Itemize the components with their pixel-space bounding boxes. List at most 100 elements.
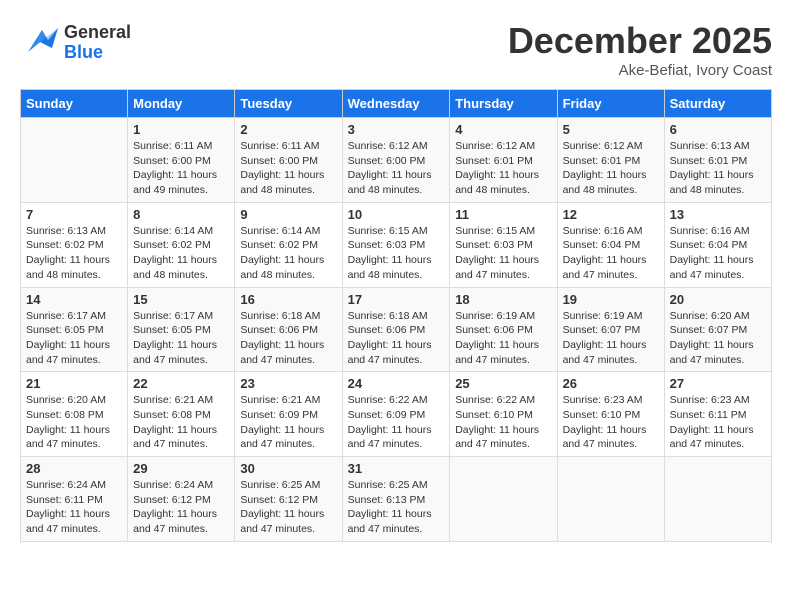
calendar-week-row: 28 Sunrise: 6:24 AM Sunset: 6:11 PM Dayli… bbox=[21, 457, 772, 542]
day-info: Sunrise: 6:25 AM Sunset: 6:12 PM Dayligh… bbox=[240, 478, 336, 537]
day-number: 2 bbox=[240, 122, 336, 137]
day-number: 13 bbox=[670, 207, 766, 222]
day-info: Sunrise: 6:21 AM Sunset: 6:09 PM Dayligh… bbox=[240, 393, 336, 452]
calendar-cell: 31Sunrise: 6:25 AM Sunset: 6:13 PM Dayli… bbox=[342, 457, 450, 542]
day-number: 25 bbox=[455, 376, 551, 391]
calendar-cell bbox=[21, 118, 128, 203]
day-number: 20 bbox=[670, 292, 766, 307]
day-info: Sunrise: 6:13 AM Sunset: 6:01 PM Dayligh… bbox=[670, 139, 766, 198]
day-info: Sunrise: 6:11 AM Sunset: 6:00 PM Dayligh… bbox=[133, 139, 229, 198]
day-info: Sunrise: 6:18 AM Sunset: 6:06 PM Dayligh… bbox=[348, 309, 445, 368]
calendar-cell: 9Sunrise: 6:14 AM Sunset: 6:02 PM Daylig… bbox=[235, 202, 342, 287]
day-number: 17 bbox=[348, 292, 445, 307]
logo-bird-icon bbox=[20, 20, 60, 66]
day-header-tuesday: Tuesday bbox=[235, 90, 342, 118]
day-info: Sunrise: 6:24 AM Sunset: 6:11 PM Dayligh… bbox=[26, 478, 122, 537]
day-number: 19 bbox=[563, 292, 659, 307]
calendar-table: SundayMondayTuesdayWednesdayThursdayFrid… bbox=[20, 89, 772, 542]
calendar-week-row: 21 Sunrise: 6:20 AM Sunset: 6:08 PM Dayli… bbox=[21, 372, 772, 457]
logo-text: General Blue bbox=[64, 23, 131, 63]
day-number: 15 bbox=[133, 292, 229, 307]
calendar-cell: 25 Sunrise: 6:22 AM Sunset: 6:10 PM Dayli… bbox=[450, 372, 557, 457]
day-number: 6 bbox=[670, 122, 766, 137]
calendar-header-row: SundayMondayTuesdayWednesdayThursdayFrid… bbox=[21, 90, 772, 118]
day-number: 1 bbox=[133, 122, 229, 137]
day-info: Sunrise: 6:19 AM Sunset: 6:06 PM Dayligh… bbox=[455, 309, 551, 368]
calendar-cell: 26Sunrise: 6:23 AM Sunset: 6:10 PM Dayli… bbox=[557, 372, 664, 457]
calendar-cell: 4Sunrise: 6:12 AM Sunset: 6:01 PM Daylig… bbox=[450, 118, 557, 203]
calendar-cell: 28 Sunrise: 6:24 AM Sunset: 6:11 PM Dayli… bbox=[21, 457, 128, 542]
day-number: 5 bbox=[563, 122, 659, 137]
day-info: Sunrise: 6:22 AM Sunset: 6:10 PM Dayligh… bbox=[455, 393, 551, 452]
day-number: 22 bbox=[133, 376, 229, 391]
calendar-cell: 12 Sunrise: 6:16 AM Sunset: 6:04 PM Dayli… bbox=[557, 202, 664, 287]
calendar-cell: 24Sunrise: 6:22 AM Sunset: 6:09 PM Dayli… bbox=[342, 372, 450, 457]
day-info: Sunrise: 6:16 AM Sunset: 6:04 PM Dayligh… bbox=[563, 224, 659, 283]
day-info: Sunrise: 6:24 AM Sunset: 6:12 PM Dayligh… bbox=[133, 478, 229, 537]
calendar-cell: 7Sunrise: 6:13 AM Sunset: 6:02 PM Daylig… bbox=[21, 202, 128, 287]
day-number: 27 bbox=[670, 376, 766, 391]
day-number: 29 bbox=[133, 461, 229, 476]
day-number: 3 bbox=[348, 122, 445, 137]
day-number: 21 bbox=[26, 376, 122, 391]
day-header-monday: Monday bbox=[128, 90, 235, 118]
calendar-cell: 27 Sunrise: 6:23 AM Sunset: 6:11 PM Dayli… bbox=[664, 372, 771, 457]
day-number: 14 bbox=[26, 292, 122, 307]
calendar-cell: 20Sunrise: 6:20 AM Sunset: 6:07 PM Dayli… bbox=[664, 287, 771, 372]
calendar-cell: 5 Sunrise: 6:12 AM Sunset: 6:01 PM Daylig… bbox=[557, 118, 664, 203]
calendar-cell: 29 Sunrise: 6:24 AM Sunset: 6:12 PM Dayli… bbox=[128, 457, 235, 542]
calendar-cell: 10Sunrise: 6:15 AM Sunset: 6:03 PM Dayli… bbox=[342, 202, 450, 287]
day-info: Sunrise: 6:14 AM Sunset: 6:02 PM Dayligh… bbox=[240, 224, 336, 283]
day-number: 8 bbox=[133, 207, 229, 222]
calendar-cell bbox=[557, 457, 664, 542]
page-header: General Blue December 2025 Ake-Befiat, I… bbox=[20, 20, 772, 79]
day-info: Sunrise: 6:19 AM Sunset: 6:07 PM Dayligh… bbox=[563, 309, 659, 368]
day-number: 30 bbox=[240, 461, 336, 476]
day-info: Sunrise: 6:17 AM Sunset: 6:05 PM Dayligh… bbox=[26, 309, 122, 368]
day-header-wednesday: Wednesday bbox=[342, 90, 450, 118]
day-info: Sunrise: 6:15 AM Sunset: 6:03 PM Dayligh… bbox=[348, 224, 445, 283]
day-info: Sunrise: 6:15 AM Sunset: 6:03 PM Dayligh… bbox=[455, 224, 551, 283]
title-block: December 2025 Ake-Befiat, Ivory Coast bbox=[508, 20, 772, 79]
calendar-week-row: 7Sunrise: 6:13 AM Sunset: 6:02 PM Daylig… bbox=[21, 202, 772, 287]
day-number: 12 bbox=[563, 207, 659, 222]
calendar-cell: 16Sunrise: 6:18 AM Sunset: 6:06 PM Dayli… bbox=[235, 287, 342, 372]
location-subtitle: Ake-Befiat, Ivory Coast bbox=[508, 62, 772, 79]
logo: General Blue bbox=[20, 20, 131, 66]
calendar-cell: 6 Sunrise: 6:13 AM Sunset: 6:01 PM Daylig… bbox=[664, 118, 771, 203]
day-info: Sunrise: 6:20 AM Sunset: 6:08 PM Dayligh… bbox=[26, 393, 122, 452]
day-number: 18 bbox=[455, 292, 551, 307]
calendar-cell: 14 Sunrise: 6:17 AM Sunset: 6:05 PM Dayli… bbox=[21, 287, 128, 372]
calendar-cell bbox=[450, 457, 557, 542]
calendar-cell: 30 Sunrise: 6:25 AM Sunset: 6:12 PM Dayli… bbox=[235, 457, 342, 542]
calendar-cell: 8Sunrise: 6:14 AM Sunset: 6:02 PM Daylig… bbox=[128, 202, 235, 287]
calendar-cell: 2 Sunrise: 6:11 AM Sunset: 6:00 PM Daylig… bbox=[235, 118, 342, 203]
day-header-saturday: Saturday bbox=[664, 90, 771, 118]
day-header-friday: Friday bbox=[557, 90, 664, 118]
day-info: Sunrise: 6:16 AM Sunset: 6:04 PM Dayligh… bbox=[670, 224, 766, 283]
calendar-cell: 18 Sunrise: 6:19 AM Sunset: 6:06 PM Dayli… bbox=[450, 287, 557, 372]
calendar-cell: 22Sunrise: 6:21 AM Sunset: 6:08 PM Dayli… bbox=[128, 372, 235, 457]
calendar-cell: 11 Sunrise: 6:15 AM Sunset: 6:03 PM Dayli… bbox=[450, 202, 557, 287]
day-info: Sunrise: 6:23 AM Sunset: 6:10 PM Dayligh… bbox=[563, 393, 659, 452]
day-number: 28 bbox=[26, 461, 122, 476]
day-number: 24 bbox=[348, 376, 445, 391]
calendar-cell: 17 Sunrise: 6:18 AM Sunset: 6:06 PM Dayli… bbox=[342, 287, 450, 372]
day-info: Sunrise: 6:12 AM Sunset: 6:01 PM Dayligh… bbox=[563, 139, 659, 198]
day-info: Sunrise: 6:25 AM Sunset: 6:13 PM Dayligh… bbox=[348, 478, 445, 537]
day-header-thursday: Thursday bbox=[450, 90, 557, 118]
logo-blue: Blue bbox=[64, 43, 131, 63]
calendar-cell: 19 Sunrise: 6:19 AM Sunset: 6:07 PM Dayli… bbox=[557, 287, 664, 372]
calendar-cell: 15 Sunrise: 6:17 AM Sunset: 6:05 PM Dayli… bbox=[128, 287, 235, 372]
day-number: 11 bbox=[455, 207, 551, 222]
day-number: 23 bbox=[240, 376, 336, 391]
day-info: Sunrise: 6:18 AM Sunset: 6:06 PM Dayligh… bbox=[240, 309, 336, 368]
day-info: Sunrise: 6:12 AM Sunset: 6:01 PM Dayligh… bbox=[455, 139, 551, 198]
calendar-week-row: 14 Sunrise: 6:17 AM Sunset: 6:05 PM Dayli… bbox=[21, 287, 772, 372]
day-info: Sunrise: 6:17 AM Sunset: 6:05 PM Dayligh… bbox=[133, 309, 229, 368]
month-title: December 2025 bbox=[508, 20, 772, 62]
calendar-cell bbox=[664, 457, 771, 542]
day-header-sunday: Sunday bbox=[21, 90, 128, 118]
day-info: Sunrise: 6:23 AM Sunset: 6:11 PM Dayligh… bbox=[670, 393, 766, 452]
day-info: Sunrise: 6:11 AM Sunset: 6:00 PM Dayligh… bbox=[240, 139, 336, 198]
